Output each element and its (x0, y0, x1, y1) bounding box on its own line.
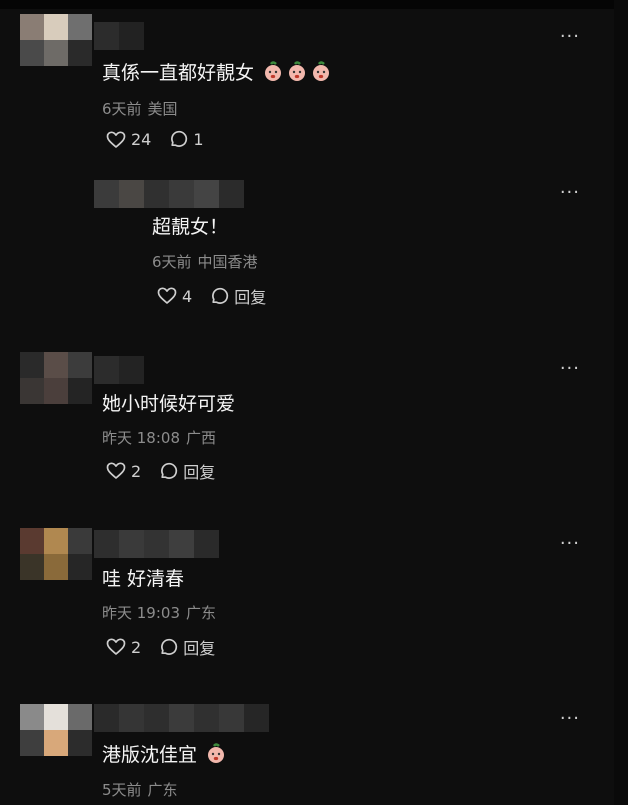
like-count: 2 (131, 637, 142, 657)
reply-button[interactable]: 回复 (159, 459, 215, 483)
avatar[interactable] (20, 14, 92, 66)
heart-icon (106, 462, 126, 479)
location: 广东 (186, 604, 217, 622)
comment-actions: 4 回复 (157, 284, 284, 308)
scroll-edge (614, 0, 628, 805)
more-options-button[interactable]: ··· (560, 358, 580, 379)
comment-bubble-icon (171, 130, 188, 147)
reply-label: 回复 (234, 288, 267, 307)
comment-bubble-icon (161, 462, 178, 479)
timestamp: 5天前 (102, 781, 142, 799)
timestamp: 6天前 (102, 100, 142, 118)
location: 美国 (147, 100, 178, 118)
peach-face-emoji-icon (265, 61, 282, 81)
like-count: 4 (182, 286, 193, 306)
reply-button[interactable]: 1 (169, 130, 204, 149)
comment-meta: 6天前 中国香港 (152, 251, 258, 272)
comment-text: 她小时候好可爱 (102, 393, 236, 415)
reply-count: 1 (193, 130, 204, 149)
username-blurred[interactable] (94, 180, 244, 208)
username-blurred[interactable] (94, 530, 219, 558)
like-button[interactable]: 24 (106, 130, 151, 149)
comment-meta: 昨天 19:03 广东 (102, 602, 216, 623)
peach-face-emoji-icon (313, 61, 330, 81)
timestamp: 昨天 18:08 (102, 429, 180, 447)
like-count: 2 (131, 461, 142, 481)
comment-actions: 24 1 (106, 130, 222, 149)
peach-face-emoji-icon (289, 61, 306, 81)
comment-meta: 5天前 广东 (102, 779, 178, 800)
username-blurred[interactable] (94, 22, 144, 50)
reply-label: 回复 (183, 463, 216, 482)
comment-bubble-icon (212, 287, 229, 304)
comment-actions: 2 回复 (106, 459, 233, 483)
like-button[interactable]: 2 (106, 462, 141, 481)
heart-icon (106, 130, 126, 148)
location: 广东 (147, 781, 178, 799)
more-options-button[interactable]: ··· (560, 708, 580, 729)
comment-text: 真係一直都好靚女 (102, 58, 332, 85)
heart-icon (157, 287, 177, 304)
reply-button[interactable]: 回复 (159, 635, 215, 659)
comment-text: 港版沈佳宜 (102, 740, 227, 767)
heart-icon (106, 638, 126, 655)
peach-face-emoji-icon (208, 743, 225, 763)
reply-label: 回复 (183, 639, 216, 658)
comment-meta: 6天前 美国 (102, 98, 178, 119)
like-button[interactable]: 2 (106, 638, 141, 657)
timestamp: 昨天 19:03 (102, 604, 180, 622)
avatar[interactable] (20, 704, 92, 756)
location: 广西 (186, 429, 217, 447)
comment-text: 哇 好清春 (102, 568, 185, 590)
top-edge-bar (0, 0, 628, 9)
more-options-button[interactable]: ··· (560, 533, 580, 554)
comment-bubble-icon (161, 638, 178, 655)
reply-button[interactable]: 回复 (210, 284, 266, 308)
comment-actions: 2 回复 (106, 635, 233, 659)
more-options-button[interactable]: ··· (560, 182, 580, 203)
like-button[interactable]: 4 (157, 287, 192, 306)
comment-meta: 昨天 18:08 广西 (102, 427, 216, 448)
username-blurred[interactable] (94, 356, 144, 384)
timestamp: 6天前 (152, 253, 192, 271)
like-count: 24 (131, 130, 152, 149)
avatar[interactable] (20, 352, 92, 404)
comment-text: 超靚女！ (152, 216, 229, 238)
more-options-button[interactable]: ··· (560, 26, 580, 47)
username-blurred[interactable] (94, 704, 269, 732)
avatar[interactable] (20, 528, 92, 580)
location: 中国香港 (197, 253, 258, 271)
